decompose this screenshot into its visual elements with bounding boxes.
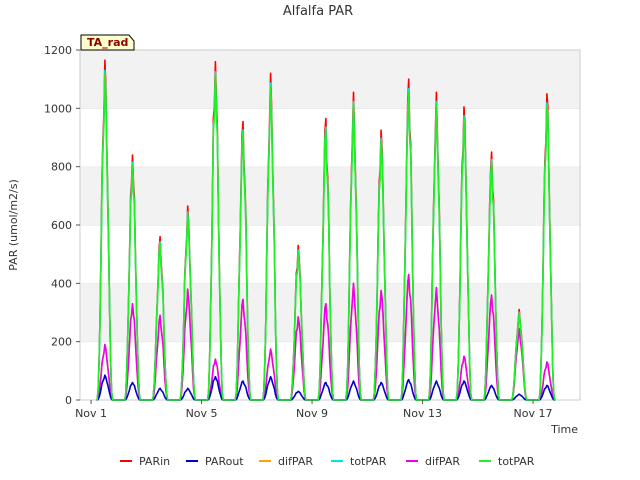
y-tick-label: 600 bbox=[51, 219, 72, 232]
x-tick-label: Nov 1 bbox=[75, 407, 107, 420]
chart-title: Alfalfa PAR bbox=[283, 4, 353, 19]
x-axis-label: Time bbox=[550, 423, 578, 436]
legend: PARin PARout difPAR totPAR difPAR totPAR bbox=[120, 455, 535, 468]
y-tick-label: 200 bbox=[51, 336, 72, 349]
ta-rad-badge: TA_rad bbox=[80, 34, 135, 51]
legend-label: totPAR bbox=[350, 455, 387, 468]
x-tick-label: Nov 9 bbox=[296, 407, 328, 420]
y-tick-label: 1200 bbox=[44, 44, 72, 57]
y-axis-label: PAR (umol/m2/s) bbox=[7, 179, 20, 271]
grid-band bbox=[80, 50, 580, 109]
grid-band bbox=[80, 166, 580, 225]
y-tick-label: 1000 bbox=[44, 102, 72, 115]
par-line-chart: Alfalfa PAR 020040060080010001200 Nov 1N… bbox=[7, 4, 581, 468]
x-tick-label: Nov 17 bbox=[514, 407, 553, 420]
grid-band bbox=[80, 108, 580, 167]
legend-label: PARin bbox=[139, 455, 170, 468]
y-axis: 0 200 400 600 800 1000 1200 bbox=[44, 44, 80, 407]
x-axis: Nov 1 Nov 5 Nov 9 Nov 13 Nov 17 bbox=[75, 400, 553, 420]
y-tick-label: 800 bbox=[51, 161, 72, 174]
legend-label: difPAR bbox=[425, 455, 460, 468]
y-tick-label: 400 bbox=[51, 277, 72, 290]
badge-label: TA_rad bbox=[87, 36, 128, 49]
x-tick-label: Nov 5 bbox=[186, 407, 218, 420]
legend-label: totPAR bbox=[498, 455, 535, 468]
y-tick-label: 0 bbox=[65, 394, 72, 407]
legend-label: PARout bbox=[205, 455, 244, 468]
legend-label: difPAR bbox=[278, 455, 313, 468]
x-tick-label: Nov 13 bbox=[403, 407, 442, 420]
